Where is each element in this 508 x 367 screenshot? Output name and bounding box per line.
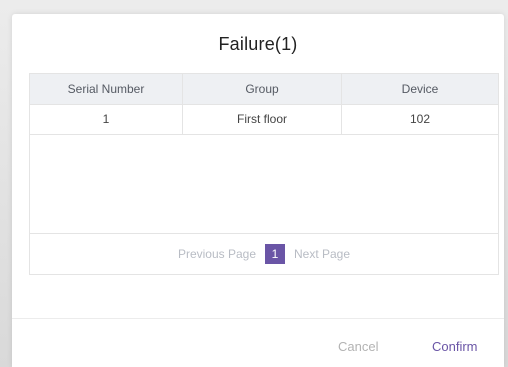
next-page-button[interactable]: Next Page [294, 247, 350, 261]
table-header-row: Serial Number Group Device [30, 74, 498, 105]
footer-divider [12, 318, 504, 319]
failure-table: Serial Number Group Device 1 First floor… [30, 74, 498, 135]
dialog-title: Failure(1) [218, 34, 298, 54]
previous-page-button[interactable]: Previous Page [178, 247, 256, 261]
cell-device: 102 [341, 104, 498, 135]
cancel-button[interactable]: Cancel [338, 339, 378, 354]
failure-table-container: Serial Number Group Device 1 First floor… [29, 73, 499, 275]
column-header-serial-number: Serial Number [30, 74, 183, 105]
table-empty-area [30, 135, 498, 234]
column-header-group: Group [182, 74, 342, 105]
cell-serial-number: 1 [30, 104, 183, 135]
failure-dialog: Failure(1) Serial Number Group Device 1 … [12, 14, 504, 367]
column-header-device: Device [341, 74, 498, 105]
pagination: Previous Page 1 Next Page [30, 234, 498, 275]
cell-group: First floor [182, 104, 342, 135]
confirm-button[interactable]: Confirm [432, 339, 478, 354]
table-row: 1 First floor 102 [30, 104, 498, 135]
page-number-current[interactable]: 1 [265, 244, 285, 264]
